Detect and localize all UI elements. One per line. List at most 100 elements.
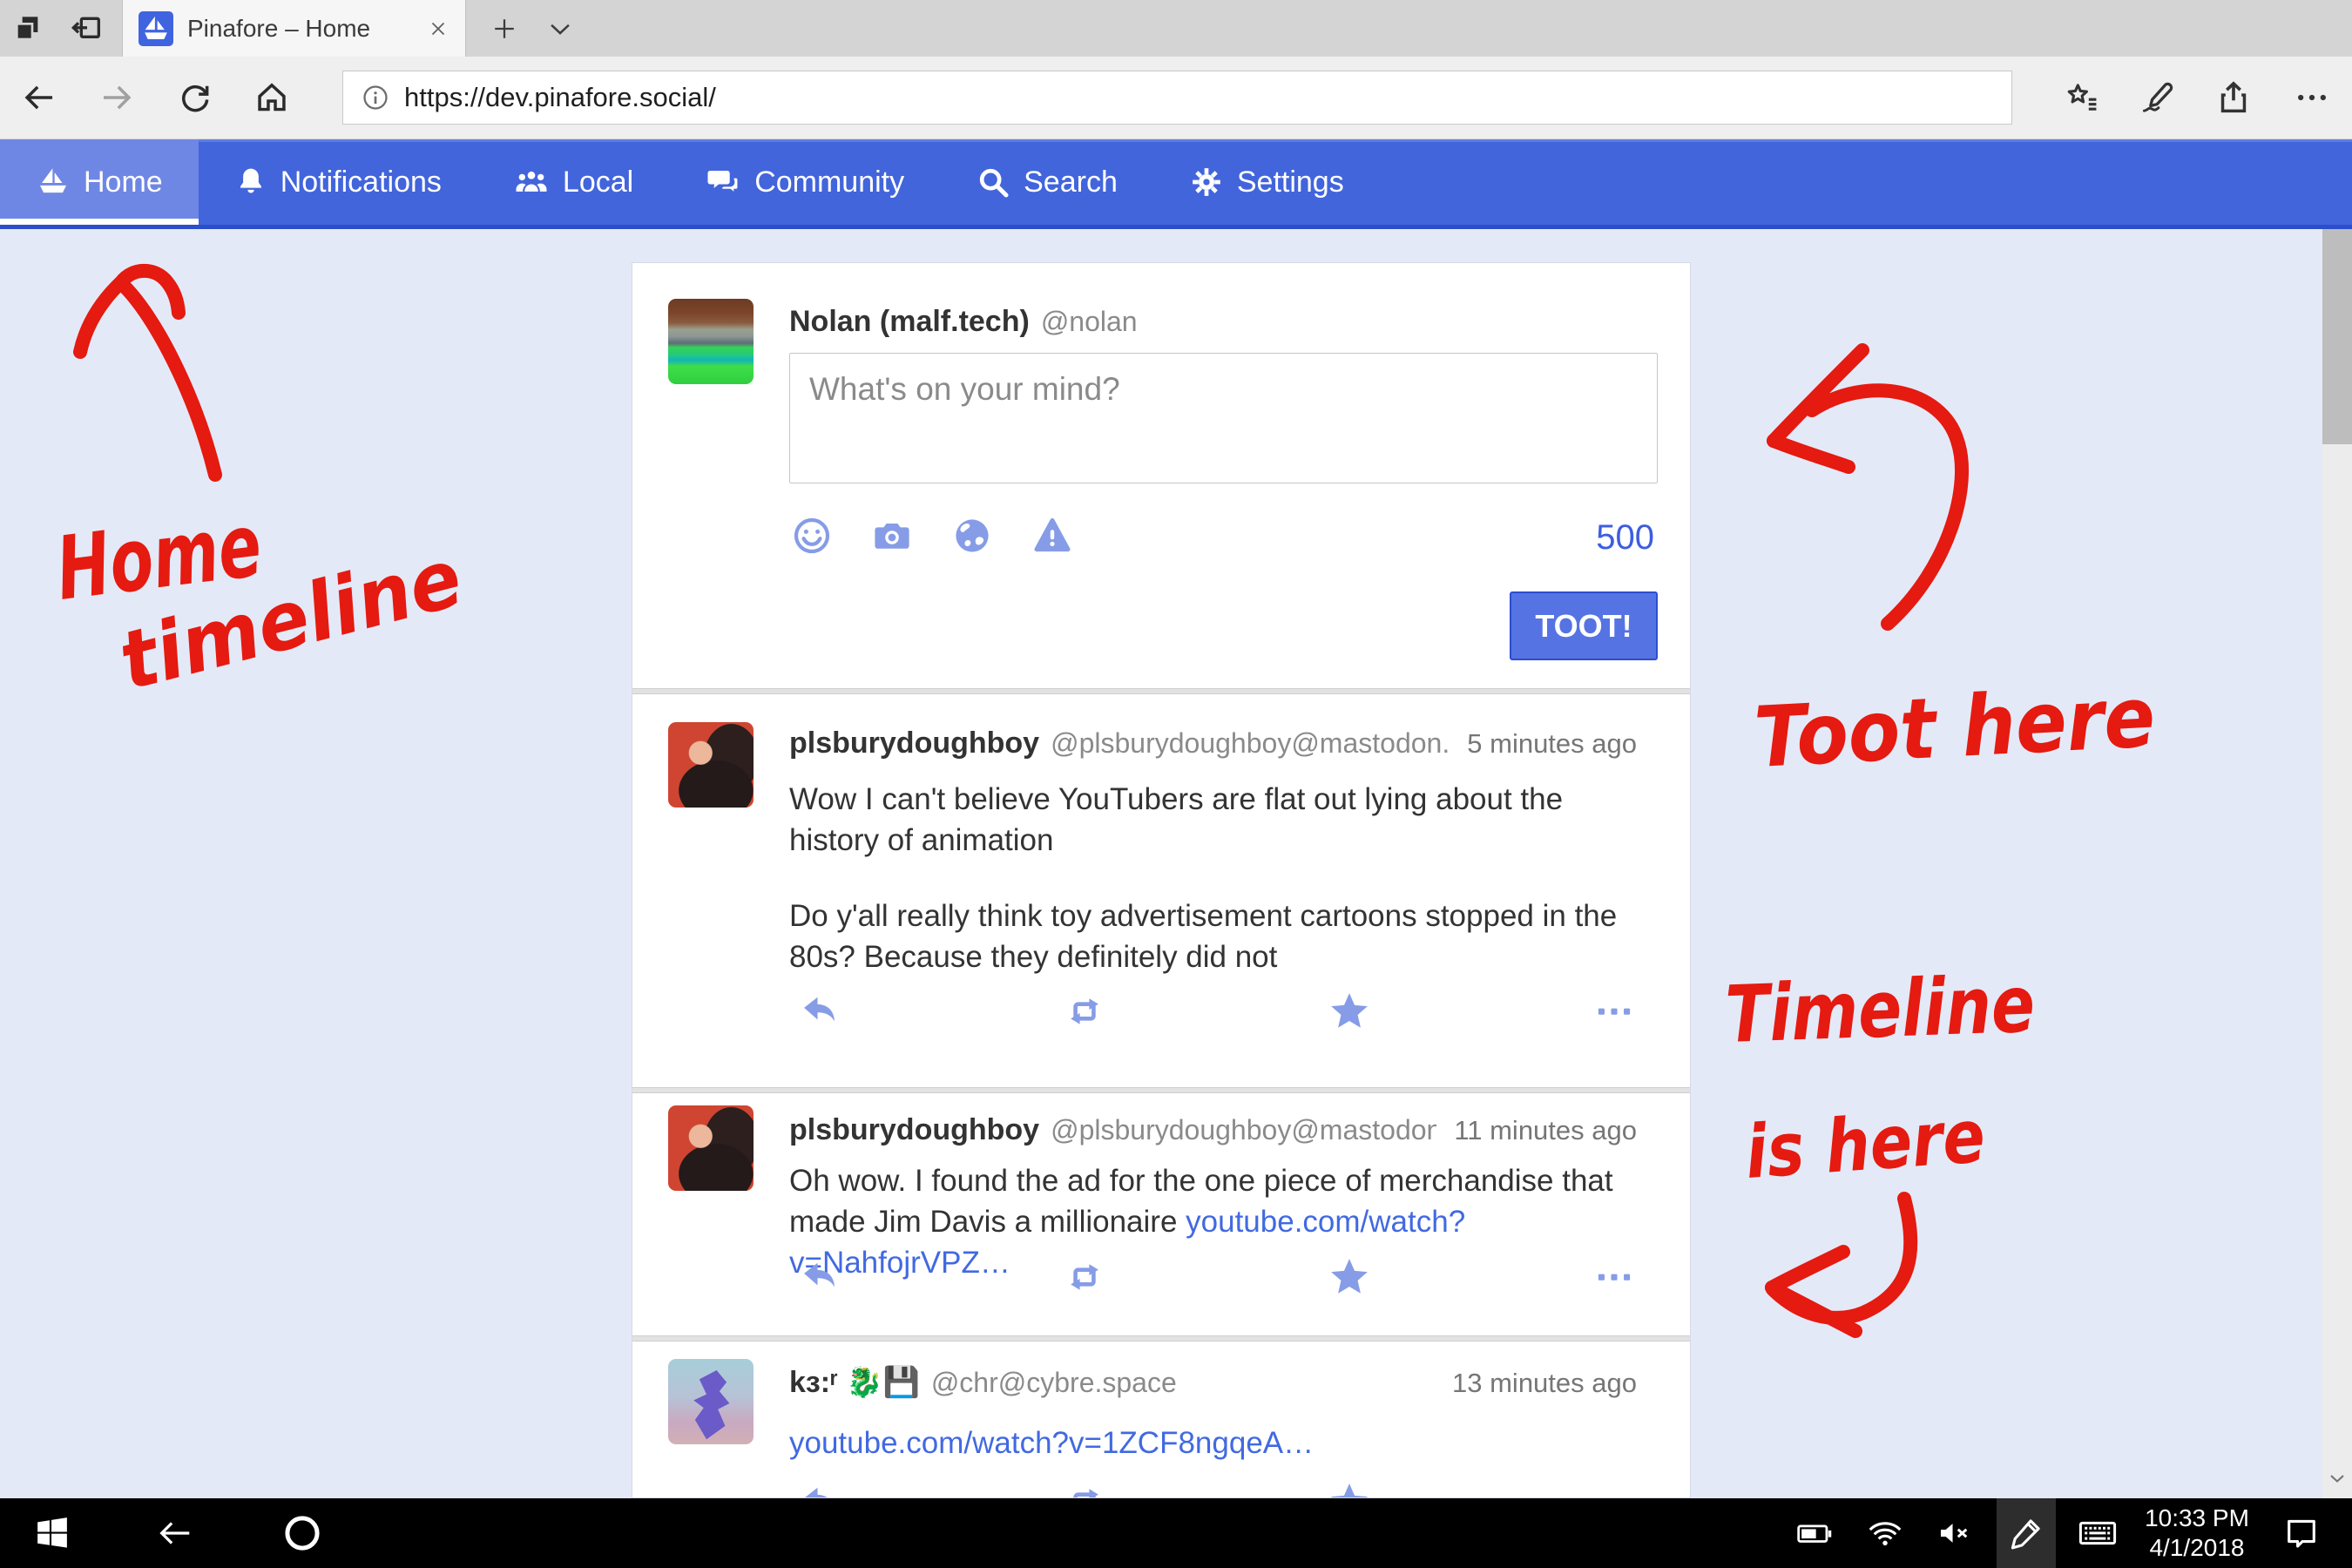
favorite-button[interactable] [1328, 1480, 1371, 1498]
nav-label-settings: Settings [1237, 166, 1344, 199]
browser-tab[interactable]: Pinafore – Home [122, 0, 466, 57]
site-info-icon[interactable] [361, 83, 390, 112]
ellipsis-icon [1592, 1255, 1636, 1299]
nav-label-home: Home [84, 166, 163, 199]
post-more-button[interactable] [1592, 1480, 1636, 1498]
gear-icon [1189, 165, 1224, 199]
post-paragraph: Do y'all really think toy advertisement … [789, 896, 1637, 977]
nav-item-community[interactable]: Community [669, 139, 940, 225]
pinafore-navbar: Home Notifications Local Community [0, 139, 2352, 229]
keyboard-icon [2077, 1512, 2119, 1554]
reply-button[interactable] [798, 1480, 841, 1498]
chevron-down-icon [2325, 1466, 2349, 1490]
restore-tabs-button[interactable] [69, 11, 104, 46]
warning-triangle-icon [1031, 515, 1073, 557]
boost-button[interactable] [1063, 990, 1106, 1036]
web-note-button[interactable] [2123, 57, 2193, 139]
close-tab-icon[interactable] [427, 17, 449, 40]
post-more-button[interactable] [1592, 1255, 1636, 1301]
forward-button[interactable] [82, 57, 152, 139]
pen-icon [2139, 78, 2177, 117]
compose-input[interactable] [789, 353, 1658, 483]
url-text: https://dev.pinafore.social/ [404, 82, 716, 113]
post-timestamp[interactable]: 5 minutes ago [1450, 728, 1637, 760]
people-icon [513, 164, 550, 200]
compose-display-name: Nolan (malf.tech) [789, 305, 1030, 339]
volume-tray-button[interactable] [1930, 1498, 1978, 1568]
boost-button[interactable] [1063, 1255, 1106, 1301]
tab-strip-left [0, 0, 115, 57]
nav-item-local[interactable]: Local [477, 139, 669, 225]
back-button[interactable] [4, 57, 74, 139]
content-warning-button[interactable] [1031, 515, 1073, 559]
avatar-plsburydoughboy[interactable] [668, 1105, 754, 1191]
taskbar-back-button[interactable] [148, 1498, 202, 1568]
cortana-button[interactable] [275, 1498, 329, 1568]
post-display-name: plsburydoughboy [789, 727, 1039, 760]
pen-tray-button[interactable] [1997, 1498, 2056, 1568]
nav-label-local: Local [563, 166, 633, 199]
screen: Pinafore – Home [0, 0, 2352, 1568]
nav-item-notifications[interactable]: Notifications [199, 139, 477, 225]
nav-item-home[interactable]: Home [0, 139, 199, 225]
post-timestamp[interactable]: 11 minutes ago [1436, 1115, 1637, 1146]
divider [632, 1087, 1690, 1093]
taskbar-clock[interactable]: 10:33 PM 4/1/2018 [2131, 1498, 2263, 1568]
favorite-button[interactable] [1328, 1255, 1371, 1301]
refresh-icon [177, 79, 213, 116]
home-button[interactable] [237, 57, 307, 139]
toot-button[interactable]: TOOT! [1510, 591, 1658, 660]
add-media-button[interactable] [871, 515, 913, 559]
reply-button[interactable] [798, 990, 841, 1036]
browser-toolbar: https://dev.pinafore.social/ [0, 57, 2352, 139]
post-more-button[interactable] [1592, 990, 1636, 1036]
cortana-circle-icon [280, 1511, 324, 1555]
nav-label-community: Community [754, 166, 904, 199]
windows-logo-icon [32, 1513, 72, 1553]
boost-button[interactable] [1063, 1480, 1106, 1498]
scroll-down-button[interactable] [2325, 1466, 2349, 1495]
post-plsburydoughboy-1: plsburydoughboy @plsburydoughboy@mastodo… [632, 695, 1690, 1085]
battery-icon [1795, 1514, 1834, 1552]
touch-keyboard-button[interactable] [2072, 1498, 2124, 1568]
search-icon [976, 165, 1010, 199]
nav-label-search: Search [1024, 166, 1118, 199]
post-chr: kз:ʳ 🐉💾 @chr@cybre.space 13 minutes ago … [632, 1342, 1690, 1498]
page-background: Nolan (malf.tech) @nolan [0, 229, 2352, 1498]
nav-item-settings[interactable]: Settings [1153, 139, 1380, 225]
home-icon [253, 78, 291, 117]
action-center-icon [2282, 1514, 2321, 1552]
refresh-button[interactable] [160, 57, 230, 139]
nav-item-search[interactable]: Search [940, 139, 1153, 225]
favorite-button[interactable] [1328, 990, 1371, 1036]
ellipsis-icon [2293, 78, 2331, 117]
set-tabs-aside-button[interactable] [11, 11, 46, 46]
new-tab-button[interactable] [477, 0, 531, 57]
avatar-chr-dragon[interactable] [668, 1359, 754, 1444]
post-privacy-button[interactable] [951, 515, 993, 559]
start-button[interactable] [26, 1498, 78, 1568]
post-handle: @chr@cybre.space [931, 1367, 1177, 1399]
post-handle: @plsburydoughboy@mastodon.so… [1051, 727, 1450, 760]
address-bar[interactable]: https://dev.pinafore.social/ [342, 71, 2012, 125]
post-timestamp[interactable]: 13 minutes ago [1435, 1368, 1637, 1399]
youtube-link[interactable]: youtube.com/watch?v=1ZCF8ngqeA… [789, 1426, 1314, 1460]
emoji-button[interactable] [791, 515, 833, 559]
wifi-tray-button[interactable] [1861, 1498, 1909, 1568]
set-tabs-aside-icon [11, 11, 46, 46]
reply-button[interactable] [798, 1255, 841, 1301]
more-menu-button[interactable] [2277, 57, 2347, 139]
action-center-button[interactable] [2275, 1498, 2328, 1568]
timeline-column: Nolan (malf.tech) @nolan [632, 262, 1691, 1498]
browser-scrollbar[interactable] [2322, 229, 2352, 1498]
tab-preview-chevron-button[interactable] [533, 0, 587, 57]
battery-tray-button[interactable] [1790, 1498, 1839, 1568]
avatar-plsburydoughboy[interactable] [668, 722, 754, 808]
camera-icon [871, 515, 913, 557]
wifi-icon [1866, 1514, 1904, 1552]
avatar-nolan[interactable] [668, 299, 754, 384]
share-button[interactable] [2199, 57, 2268, 139]
reply-arrow-icon [798, 1255, 841, 1299]
favorites-hub-button[interactable] [2046, 57, 2116, 139]
scrollbar-thumb[interactable] [2322, 229, 2352, 444]
